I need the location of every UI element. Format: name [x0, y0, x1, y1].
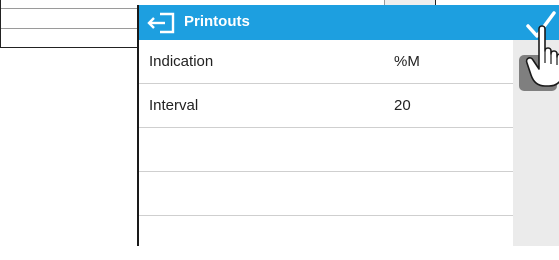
back-exit-icon[interactable] — [146, 12, 176, 34]
hand-pointer-icon — [525, 25, 559, 87]
printouts-dialog: Printouts Indication %M Interval 20 — [137, 5, 559, 246]
settings-list: Indication %M Interval 20 — [139, 40, 513, 260]
settings-row-empty — [139, 172, 513, 216]
dialog-titlebar: Printouts — [139, 5, 559, 40]
row-value: 20 — [394, 97, 411, 114]
row-value: %M — [394, 53, 420, 70]
settings-row-empty — [139, 216, 513, 260]
dialog-title: Printouts — [184, 13, 250, 30]
settings-row-indication[interactable]: Indication %M — [139, 40, 513, 84]
settings-row-interval[interactable]: Interval 20 — [139, 84, 513, 128]
row-label: Indication — [149, 53, 214, 70]
settings-row-empty — [139, 128, 513, 172]
row-label: Interval — [149, 97, 199, 114]
